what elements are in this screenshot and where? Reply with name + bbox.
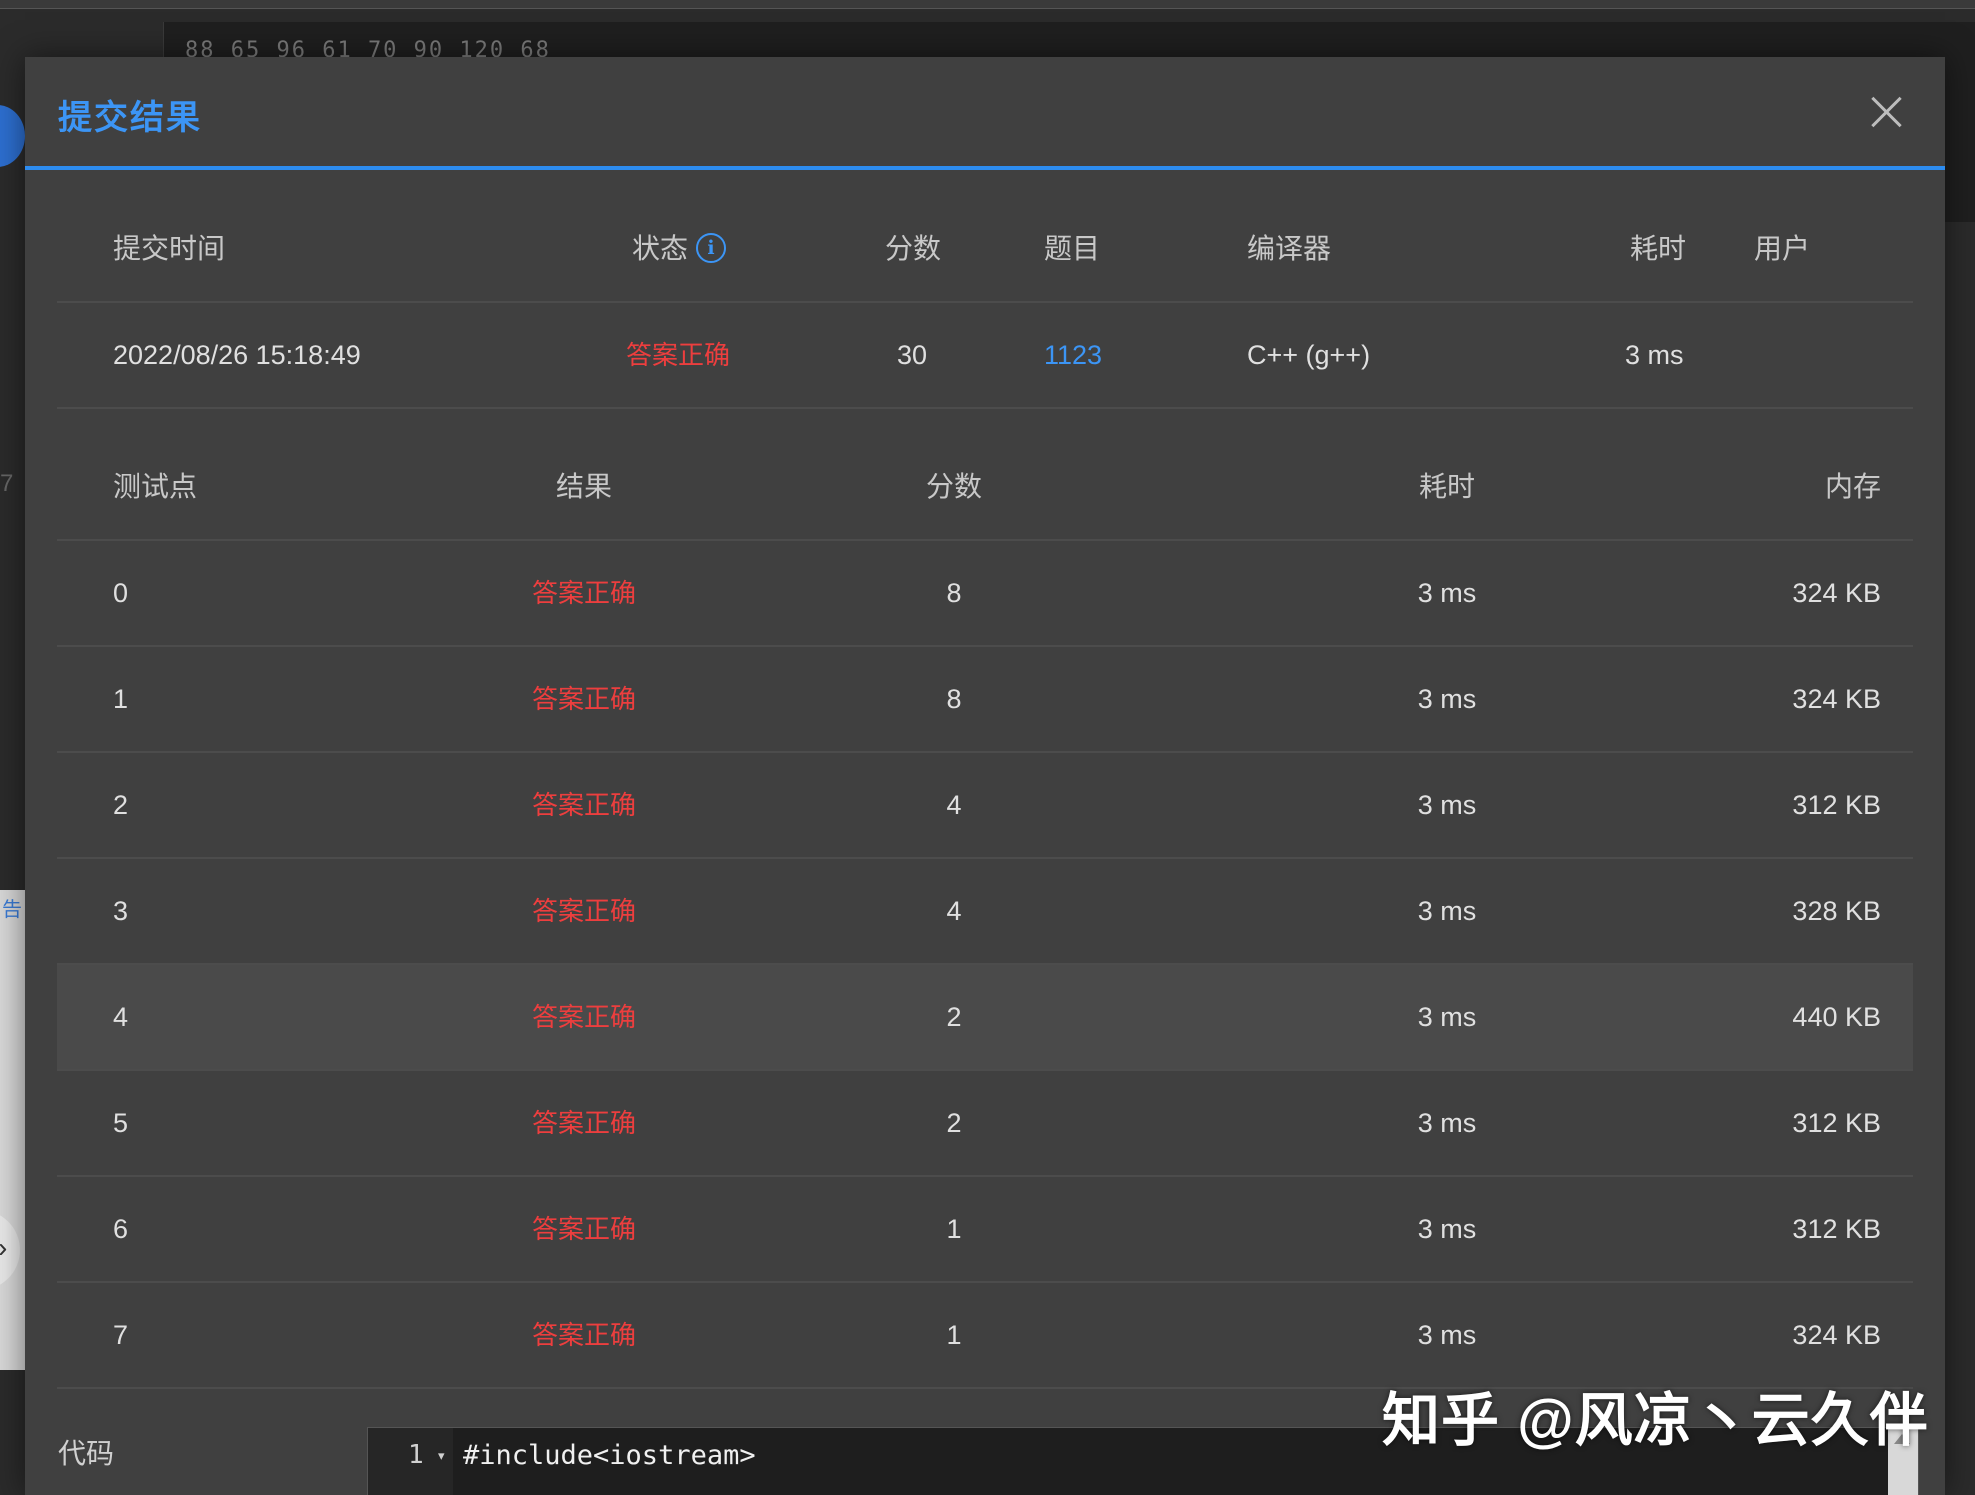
- header-status-label: 状态: [632, 233, 689, 264]
- testcase-result: 答案正确: [531, 684, 636, 714]
- testcase-memory: 312 KB: [1792, 1108, 1881, 1138]
- header-case: 测试点: [113, 471, 198, 502]
- submit-time: 2022/08/26 15:18:49: [113, 340, 361, 370]
- status-badge: 答案正确: [626, 340, 731, 370]
- testcase-score: 2: [946, 1108, 962, 1138]
- testcase-score: 8: [946, 578, 962, 608]
- testcase-id: 0: [113, 578, 129, 608]
- testcase-row: 2 答案正确 4 3 ms 312 KB: [57, 753, 1913, 859]
- line-number: 1: [408, 1440, 424, 1470]
- testcase-result: 答案正确: [531, 1214, 636, 1244]
- header-user: 用户: [1754, 233, 1811, 264]
- close-icon[interactable]: [1867, 92, 1907, 132]
- testcase-memory: 324 KB: [1792, 684, 1881, 714]
- code-line: #include<iostream>: [463, 1440, 756, 1471]
- submission-result-modal: 提交结果 提交时间 状态 i 分数 题目 编译器 耗时 用户 2022/08/26…: [25, 57, 1945, 1495]
- testcase-time: 3 ms: [1417, 1108, 1477, 1138]
- testcase-row: 0 答案正确 8 3 ms 324 KB: [57, 541, 1913, 647]
- testcase-score: 4: [946, 790, 962, 820]
- testcase-time: 3 ms: [1417, 1002, 1477, 1032]
- testcase-id: 5: [113, 1108, 129, 1138]
- testcase-result: 答案正确: [531, 896, 636, 926]
- testcase-score: 2: [946, 1002, 962, 1032]
- header-submit-time: 提交时间: [113, 233, 226, 264]
- header-result: 结果: [555, 471, 612, 502]
- header-time: 耗时: [1630, 233, 1687, 264]
- testcase-time: 3 ms: [1417, 1214, 1477, 1244]
- background-avatar: [0, 105, 25, 167]
- testcase-id: 7: [113, 1320, 129, 1350]
- header-compiler: 编译器: [1247, 233, 1332, 264]
- testcase-time: 3 ms: [1417, 790, 1477, 820]
- testcase-id: 6: [113, 1214, 129, 1244]
- modal-header: 提交结果: [25, 57, 1945, 170]
- time-value: 3 ms: [1625, 340, 1684, 370]
- testcase-row: 4 答案正确 2 3 ms 440 KB: [57, 965, 1913, 1071]
- problem-link[interactable]: 1123: [1044, 303, 1102, 407]
- testcase-row: 1 答案正确 8 3 ms 324 KB: [57, 647, 1913, 753]
- testcase-result: 答案正确: [531, 1108, 636, 1138]
- testcase-id: 1: [113, 684, 129, 714]
- testcase-result: 答案正确: [531, 578, 636, 608]
- testcase-time: 3 ms: [1417, 684, 1477, 714]
- header-status[interactable]: 状态 i: [632, 197, 727, 301]
- header-case-time: 耗时: [1418, 471, 1475, 502]
- testcase-memory: 324 KB: [1792, 578, 1881, 608]
- testcase-result: 答案正确: [531, 1320, 636, 1350]
- testcase-memory: 324 KB: [1792, 1320, 1881, 1350]
- testcase-score: 8: [946, 684, 962, 714]
- code-label: 代码: [58, 1438, 115, 1469]
- testcase-score: 1: [946, 1214, 962, 1244]
- header-case-score: 分数: [925, 471, 982, 502]
- testcase-time: 3 ms: [1417, 578, 1477, 608]
- testcase-id: 4: [113, 1002, 129, 1032]
- testcase-row: 3 答案正确 4 3 ms 328 KB: [57, 859, 1913, 965]
- testcase-time: 3 ms: [1417, 1320, 1477, 1350]
- score-value: 30: [897, 340, 928, 370]
- testcase-id: 3: [113, 896, 129, 926]
- testcase-score: 1: [946, 1320, 962, 1350]
- background-side-tag: 告: [2, 899, 22, 921]
- watermark: 知乎 @风凉丶云久伴: [1382, 1388, 1929, 1453]
- testcase-row: 6 答案正确 1 3 ms 312 KB: [57, 1177, 1913, 1283]
- modal-title: 提交结果: [58, 99, 202, 137]
- testcase-memory: 440 KB: [1792, 1002, 1881, 1032]
- testcase-memory: 312 KB: [1792, 790, 1881, 820]
- summary-row: 2022/08/26 15:18:49 答案正确 30 1123 C++ (g+…: [57, 303, 1913, 409]
- testcase-score: 4: [946, 896, 962, 926]
- header-score: 分数: [885, 233, 942, 264]
- header-problem: 题目: [1044, 233, 1101, 264]
- info-icon[interactable]: i: [696, 233, 727, 264]
- background-side-panel: [0, 890, 25, 1370]
- chevron-right-icon: ›: [0, 1232, 7, 1264]
- compiler-value: C++ (g++): [1247, 340, 1371, 370]
- testcase-result: 答案正确: [531, 790, 636, 820]
- header-memory: 内存: [1824, 471, 1881, 502]
- code-gutter: 1 ▾: [368, 1428, 453, 1495]
- testcase-time: 3 ms: [1417, 896, 1477, 926]
- testcase-memory: 312 KB: [1792, 1214, 1881, 1244]
- testcase-row: 5 答案正确 2 3 ms 312 KB: [57, 1071, 1913, 1177]
- summary-header-row: 提交时间 状态 i 分数 题目 编译器 耗时 用户: [57, 197, 1913, 303]
- testcase-id: 2: [113, 790, 129, 820]
- background-topbar: [0, 0, 1975, 9]
- testcase-header-row: 测试点 结果 分数 耗时 内存: [57, 435, 1913, 541]
- background-line-number: 7: [0, 470, 14, 497]
- testcase-memory: 328 KB: [1792, 896, 1881, 926]
- fold-arrow-icon[interactable]: ▾: [438, 1448, 445, 1464]
- testcase-result: 答案正确: [531, 1002, 636, 1032]
